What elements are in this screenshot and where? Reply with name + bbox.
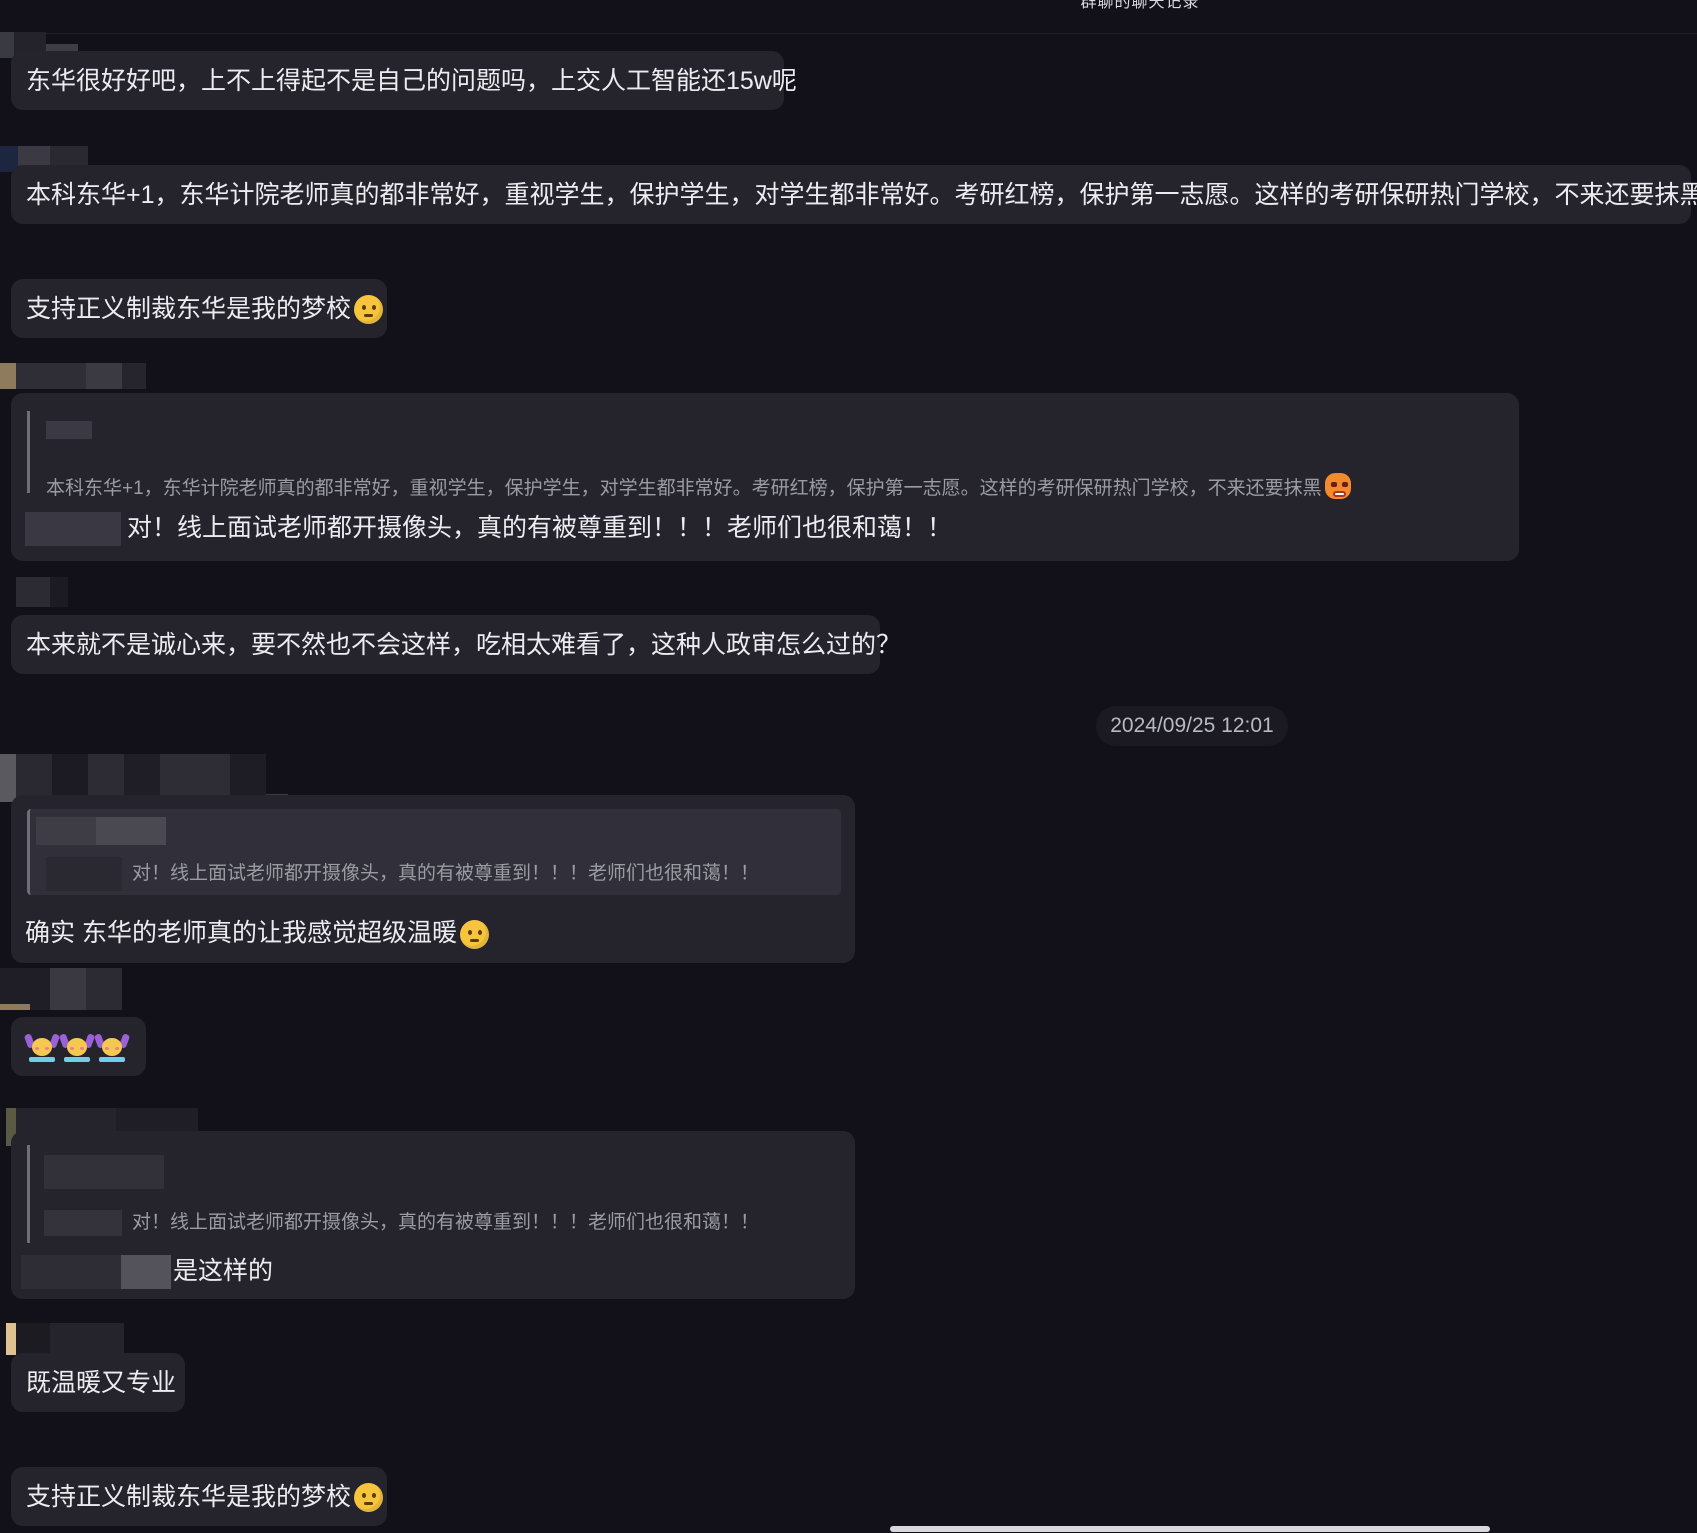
- chat-header-title: 群聊的聊天记录: [1080, 0, 1200, 11]
- message-text: 既温暖又专业: [26, 1368, 177, 1397]
- quoted-message[interactable]: 本科东华+1，东华计院老师真的都非常好，重视学生，保护学生，对学生都非常好。考研…: [27, 411, 1497, 499]
- quoted-sender-blurred: [36, 817, 96, 845]
- reply-text: 对！线上面试老师都开摄像头，真的有被尊重到！！！老师们也很和蔼！！: [127, 514, 953, 542]
- message-bubble[interactable]: 支持正义制裁东华是我的梦校: [11, 1467, 387, 1526]
- quoted-text-wrap: 对！线上面试老师都开摄像头，真的有被尊重到！！！老师们也很和蔼！！: [46, 857, 759, 891]
- reply-bubble[interactable]: 本科东华+1，东华计院老师真的都非常好，重视学生，保护学生，对学生都非常好。考研…: [11, 393, 1519, 561]
- message-text: 支持正义制裁东华是我的梦校: [26, 1482, 352, 1511]
- angry-face-icon: [1324, 472, 1351, 499]
- mention-blurred: [21, 1255, 121, 1290]
- message-bubble[interactable]: 本来就不是诚心来，要不然也不会这样，吃相太难看了，这种人政审怎么过的？: [11, 615, 901, 674]
- quoted-text-wrap: 本科东华+1，东华计院老师真的都非常好，重视学生，保护学生，对学生都非常好。考研…: [46, 472, 1351, 500]
- quoted-text-wrap: 对！线上面试老师都开摄像头，真的有被尊重到！！！老师们也很和蔼！！: [44, 1207, 759, 1236]
- reply-line: 对！线上面试老师都开摄像头，真的有被尊重到！！！老师们也很和蔼！！: [25, 508, 953, 547]
- message-text: 东华很好好吧，上不上得起不是自己的问题吗，上交人工智能还15w呢: [26, 66, 797, 95]
- quoted-message[interactable]: 对！线上面试老师都开摄像头，真的有被尊重到！！！老师们也很和蔼！！: [27, 809, 841, 895]
- reply-line: 确实 东华的老师真的让我感觉超级温暖: [25, 913, 489, 949]
- reply-bubble[interactable]: 对！线上面试老师都开摄像头，真的有被尊重到！！！老师们也很和蔼！！ 是这样的: [11, 1131, 855, 1299]
- mention-blurred: [121, 1255, 171, 1290]
- message-bubble[interactable]: 既温暖又专业: [11, 1353, 185, 1412]
- header-divider: [0, 33, 1697, 34]
- message-bubble[interactable]: 支持正义制裁东华是我的梦校: [11, 279, 387, 338]
- mention-blurred: [46, 857, 122, 891]
- smirk-face-icon: [459, 919, 489, 949]
- sender-name-blurred: [0, 363, 146, 389]
- message-bubble[interactable]: 东华很好好吧，上不上得起不是自己的问题吗，上交人工智能还15w呢: [11, 51, 797, 110]
- timestamp-divider: 2024/09/25 12:01: [1096, 706, 1288, 746]
- thinking-face-icon: [354, 294, 384, 324]
- reply-text: 是这样的: [173, 1257, 274, 1285]
- message-text: 本科东华+1，东华计院老师真的都非常好，重视学生，保护学生，对学生都非常好。考研…: [26, 180, 1697, 209]
- mention-blurred: [25, 512, 121, 547]
- quoted-sender-blurred: [44, 1155, 164, 1189]
- dancing-sticker-icon: [93, 1032, 131, 1063]
- sender-name-blurred: [6, 1323, 134, 1355]
- thinking-face-icon: [354, 1482, 384, 1512]
- dancing-sticker-icon: [23, 1032, 61, 1063]
- quoted-message[interactable]: 对！线上面试老师都开摄像头，真的有被尊重到！！！老师们也很和蔼！！: [27, 1145, 841, 1243]
- quoted-sender-blurred: [46, 421, 92, 439]
- mention-blurred: [44, 1209, 122, 1236]
- sticker-bubble[interactable]: [11, 1017, 146, 1076]
- sender-name-blurred: [16, 577, 68, 607]
- horizontal-scrollbar[interactable]: [890, 1526, 1490, 1532]
- quoted-text: 对！线上面试老师都开摄像头，真的有被尊重到！！！老师们也很和蔼！！: [132, 863, 760, 885]
- reply-bubble[interactable]: 对！线上面试老师都开摄像头，真的有被尊重到！！！老师们也很和蔼！！ 确实 东华的…: [11, 795, 855, 963]
- quoted-sender-blurred: [96, 817, 166, 845]
- message-text: 本来就不是诚心来，要不然也不会这样，吃相太难看了，这种人政审怎么过的？: [26, 630, 902, 659]
- reply-text: 确实 东华的老师真的让我感觉超级温暖: [25, 919, 457, 947]
- reply-line: 是这样的: [21, 1251, 274, 1290]
- quoted-text: 本科东华+1，东华计院老师真的都非常好，重视学生，保护学生，对学生都非常好。考研…: [46, 478, 1322, 499]
- quoted-text: 对！线上面试老师都开摄像头，真的有被尊重到！！！老师们也很和蔼！！: [132, 1212, 760, 1233]
- dancing-sticker-icon: [58, 1032, 96, 1063]
- message-text: 支持正义制裁东华是我的梦校: [26, 294, 352, 323]
- sender-name-blurred: [0, 968, 146, 1010]
- message-bubble[interactable]: 本科东华+1，东华计院老师真的都非常好，重视学生，保护学生，对学生都非常好。考研…: [11, 165, 1697, 224]
